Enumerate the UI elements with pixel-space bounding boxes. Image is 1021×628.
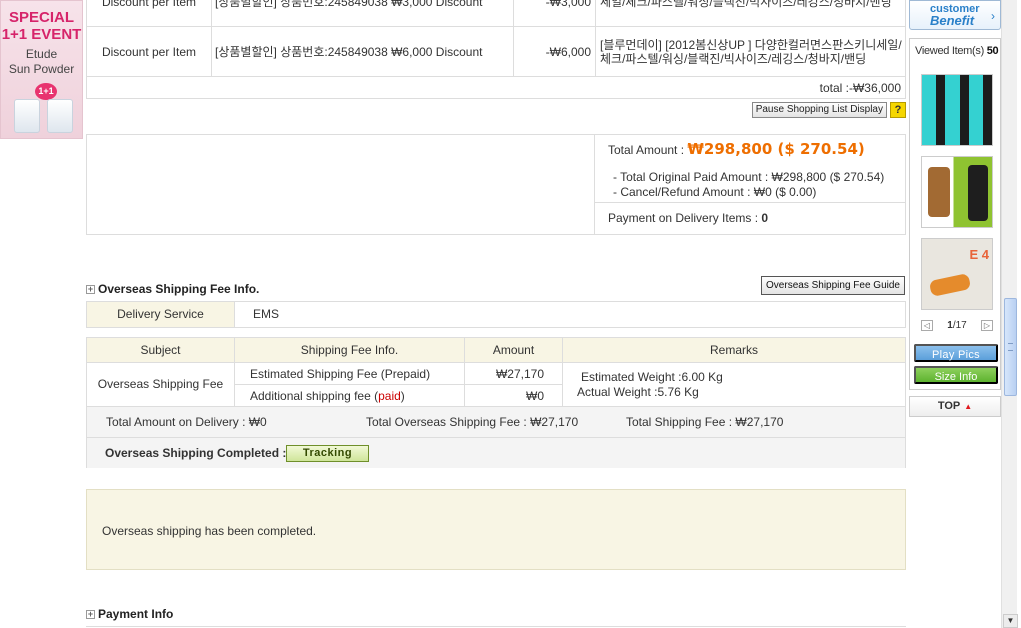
- viewed-items-pager: ◁ 1/17 ▷: [921, 319, 993, 333]
- table-row: Additional shipping fee (paid) ₩0: [235, 385, 563, 407]
- discount-desc: [상품별할인] 상품번호:245849038 ₩3,000 Discount: [211, 0, 514, 27]
- total-shipping-fee: Total Shipping Fee : ₩27,170: [626, 415, 784, 429]
- product-name-link[interactable]: 세일/체크/파스텔/워싱/블랙진/빅사이즈/레깅스/청바지/밴딩: [595, 0, 906, 27]
- subject-cell: Overseas Shipping Fee: [87, 363, 235, 406]
- delivery-service-value: EMS: [253, 307, 280, 321]
- items-total: total :-₩36,000: [86, 76, 906, 99]
- back-to-top-button[interactable]: TOP ▲: [909, 396, 1001, 417]
- original-paid-amount: - Total Original Paid Amount : ₩298,800 …: [613, 170, 885, 184]
- viewed-item-thumbnail[interactable]: [921, 238, 993, 310]
- total-overseas-shipping-fee: Total Overseas Shipping Fee : ₩27,170: [366, 415, 579, 429]
- table-row: Estimated Shipping Fee (Prepaid) ₩27,170: [235, 363, 563, 385]
- tracking-button[interactable]: Tracking: [286, 445, 369, 462]
- customer-benefit-banner[interactable]: customer Benefit ›: [909, 0, 1001, 30]
- viewed-items-title: Viewed Item(s) 50: [915, 45, 999, 57]
- estimated-weight: Estimated Weight :6.00 Kg: [581, 370, 723, 384]
- discount-amount: -₩6,000: [513, 26, 596, 77]
- scroll-down-arrow-icon[interactable]: ▼: [1003, 614, 1018, 628]
- help-icon[interactable]: ?: [890, 102, 906, 118]
- benefit-label: Benefit: [930, 13, 975, 28]
- product-jar-image: [14, 99, 40, 133]
- payment-section-title: + Payment Info: [86, 607, 173, 621]
- actual-weight: Actual Weight :5.76 Kg: [577, 385, 699, 399]
- pause-controls: Pause Shopping List Display ?: [751, 102, 906, 118]
- additional-fee-amount: ₩0: [465, 385, 563, 407]
- cancel-refund-amount: - Cancel/Refund Amount : ₩0 ($ 0.00): [613, 185, 817, 199]
- col-subject: Subject: [87, 338, 235, 362]
- discount-table: Discount per Item [상품별할인] 상품번호:245849038…: [86, 0, 906, 99]
- total-amount-label: Total Amount :: [608, 143, 685, 157]
- page-total: /17: [952, 320, 967, 331]
- top-label: TOP: [937, 400, 961, 412]
- shipping-completed-label: Overseas Shipping Completed :: [105, 446, 287, 460]
- right-side-panel: customer Benefit › Viewed Item(s) 50 ◁ 1…: [909, 0, 1001, 628]
- table-row: Discount per Item [상품별할인] 상품번호:245849038…: [86, 26, 906, 77]
- product-name-link[interactable]: [블루먼데이] [2012봄신상UP ] 다양한컬러면스판스키니세일/체크/파스…: [595, 26, 906, 77]
- payment-table-top-border: [86, 626, 906, 627]
- additional-fee-prefix: Additional shipping fee (: [250, 389, 379, 403]
- arrow-up-icon: ▲: [964, 402, 973, 411]
- discount-amount: -₩3,000: [513, 0, 596, 27]
- promo-line-4: Sun Powder: [8, 62, 75, 76]
- scrollbar-grip-icon: [1008, 343, 1013, 351]
- amount-panel: Total Amount : ₩298,800 ($ 270.54) - Tot…: [594, 135, 905, 234]
- paid-status: paid: [378, 389, 401, 403]
- plus-icon: +: [86, 608, 95, 619]
- viewed-item-thumbnail[interactable]: [921, 74, 993, 146]
- additional-fee-label: Additional shipping fee (paid): [235, 385, 465, 407]
- promo-line-1: SPECIAL: [8, 9, 74, 26]
- scrollbar-thumb[interactable]: [1004, 298, 1017, 396]
- promo-banner[interactable]: SPECIAL 1+1 EVENT Etude Sun Powder 1+1: [0, 0, 83, 139]
- col-amount: Amount: [465, 338, 563, 362]
- estimated-fee-label: Estimated Shipping Fee (Prepaid): [235, 363, 465, 384]
- table-row: total :-₩36,000: [86, 76, 906, 99]
- chevron-right-icon: ›: [991, 9, 995, 23]
- discount-desc: [상품별할인] 상품번호:245849038 ₩6,000 Discount: [211, 26, 514, 77]
- prev-page-button[interactable]: ◁: [921, 320, 933, 331]
- delivery-service-label: Delivery Service: [87, 302, 235, 327]
- col-fee-info: Shipping Fee Info.: [235, 338, 465, 362]
- overseas-section-title: + Overseas Shipping Fee Info.: [86, 282, 259, 296]
- estimated-fee-amount: ₩27,170: [465, 363, 563, 384]
- amount-summary: Total Amount : ₩298,800 ($ 270.54) - Tot…: [86, 134, 906, 235]
- additional-fee-suffix: ): [400, 389, 405, 403]
- total-amount-value: ₩298,800 ($ 270.54): [687, 140, 865, 158]
- shipping-completed-row: Overseas Shipping Completed : Tracking: [87, 438, 905, 468]
- viewed-items-count: 50: [986, 45, 999, 57]
- plus-icon: +: [86, 283, 95, 294]
- vertical-scrollbar[interactable]: ▼: [1001, 0, 1018, 628]
- shipping-fee-table: Subject Shipping Fee Info. Amount Remark…: [86, 337, 906, 468]
- table-header: Subject Shipping Fee Info. Amount Remark…: [87, 338, 905, 363]
- promo-line-3: Etude: [25, 47, 58, 61]
- pod-label: Payment on Delivery Items :: [608, 211, 759, 225]
- col-remarks: Remarks: [709, 343, 758, 357]
- play-pics-button[interactable]: Play Pics: [914, 344, 998, 362]
- table-row: Discount per Item [상품별할인] 상품번호:245849038…: [86, 0, 906, 27]
- viewed-items-label: Viewed Item(s): [915, 45, 984, 57]
- shipping-fee-guide-button[interactable]: Overseas Shipping Fee Guide: [761, 276, 905, 295]
- remarks-cell: Estimated Weight :6.00 Kg Actual Weight …: [577, 370, 723, 400]
- discount-type: Discount per Item: [86, 0, 212, 27]
- discount-type: Discount per Item: [86, 26, 212, 77]
- viewed-item-thumbnail[interactable]: [921, 156, 993, 228]
- promo-line-2: 1+1 EVENT: [1, 26, 82, 43]
- shipping-notice: Overseas shipping has been completed.: [86, 489, 906, 570]
- delivery-service-row: Delivery Service EMS: [86, 301, 906, 328]
- promo-badge: 1+1: [35, 83, 57, 100]
- product-jar-image: [47, 99, 73, 133]
- next-page-button[interactable]: ▷: [981, 320, 993, 331]
- viewed-items-box: Viewed Item(s) 50 ◁ 1/17 ▷ Play Pics Siz…: [909, 38, 1001, 390]
- pause-shopping-list-button[interactable]: Pause Shopping List Display: [751, 102, 887, 118]
- payment-title-text: Payment Info: [98, 607, 174, 621]
- size-info-button[interactable]: Size Info: [914, 366, 998, 384]
- shipping-totals: Total Amount on Delivery : ₩0 Total Over…: [87, 407, 905, 438]
- shipping-fee-row: Overseas Shipping Fee Estimated Shipping…: [87, 363, 905, 407]
- overseas-title-text: Overseas Shipping Fee Info.: [98, 282, 260, 296]
- total-amount-on-delivery: Total Amount on Delivery : ₩0: [106, 415, 267, 429]
- pod-value: 0: [761, 211, 769, 225]
